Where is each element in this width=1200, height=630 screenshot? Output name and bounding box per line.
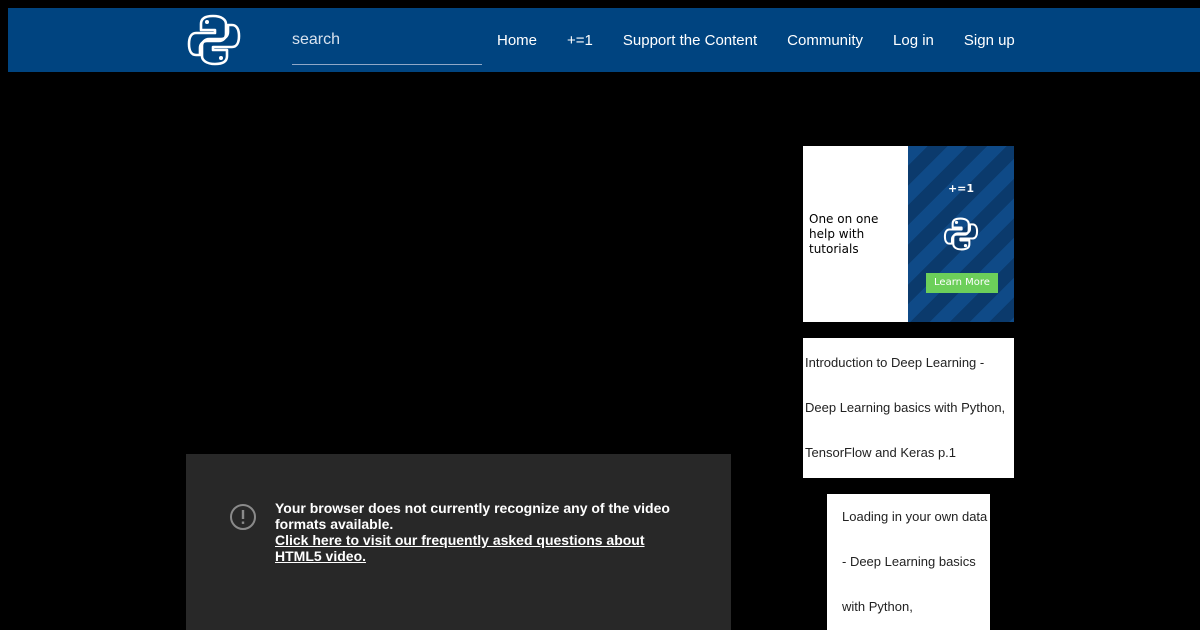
tutorial-link[interactable]: Loading in your own data - Deep Learning… xyxy=(842,509,987,614)
tutorial-link[interactable]: Introduction to Deep Learning - Deep Lea… xyxy=(805,355,1005,460)
nav-login-link[interactable]: Log in xyxy=(893,32,934,49)
nav-plus-equals-one-link[interactable]: +=1 xyxy=(567,32,593,49)
learn-more-button[interactable]: Learn More xyxy=(926,273,998,293)
python-logo-icon[interactable] xyxy=(186,12,242,68)
video-error-message: Your browser does not currently recogniz… xyxy=(275,500,695,564)
nav-home-link[interactable]: Home xyxy=(497,32,537,49)
video-error-text: Your browser does not currently recogniz… xyxy=(275,500,670,532)
python-logo-icon xyxy=(943,216,979,252)
tutorial-card[interactable]: Introduction to Deep Learning - Deep Lea… xyxy=(803,338,1014,478)
html5-faq-link[interactable]: Click here to visit our frequently asked… xyxy=(275,532,695,564)
tutorial-card[interactable]: Loading in your own data - Deep Learning… xyxy=(827,494,990,630)
exclamation-circle-icon xyxy=(229,503,257,531)
sidebar-ad[interactable]: One on one help with tutorials +=1 Learn… xyxy=(803,146,1014,322)
video-player[interactable]: Your browser does not currently recogniz… xyxy=(186,454,731,630)
page: Home +=1 Support the Content Community L… xyxy=(0,0,1200,630)
nav-signup-link[interactable]: Sign up xyxy=(964,32,1015,49)
search-input[interactable] xyxy=(292,22,482,58)
nav-support-link[interactable]: Support the Content xyxy=(623,32,757,49)
ad-brand: +=1 xyxy=(947,182,975,195)
search-box xyxy=(292,22,482,65)
ad-panel: +=1 Learn More xyxy=(908,146,1014,322)
nav-links: Home +=1 Support the Content Community L… xyxy=(497,8,1015,72)
ad-text: One on one help with tutorials xyxy=(809,212,879,256)
navbar: Home +=1 Support the Content Community L… xyxy=(8,8,1200,72)
nav-community-link[interactable]: Community xyxy=(787,32,863,49)
